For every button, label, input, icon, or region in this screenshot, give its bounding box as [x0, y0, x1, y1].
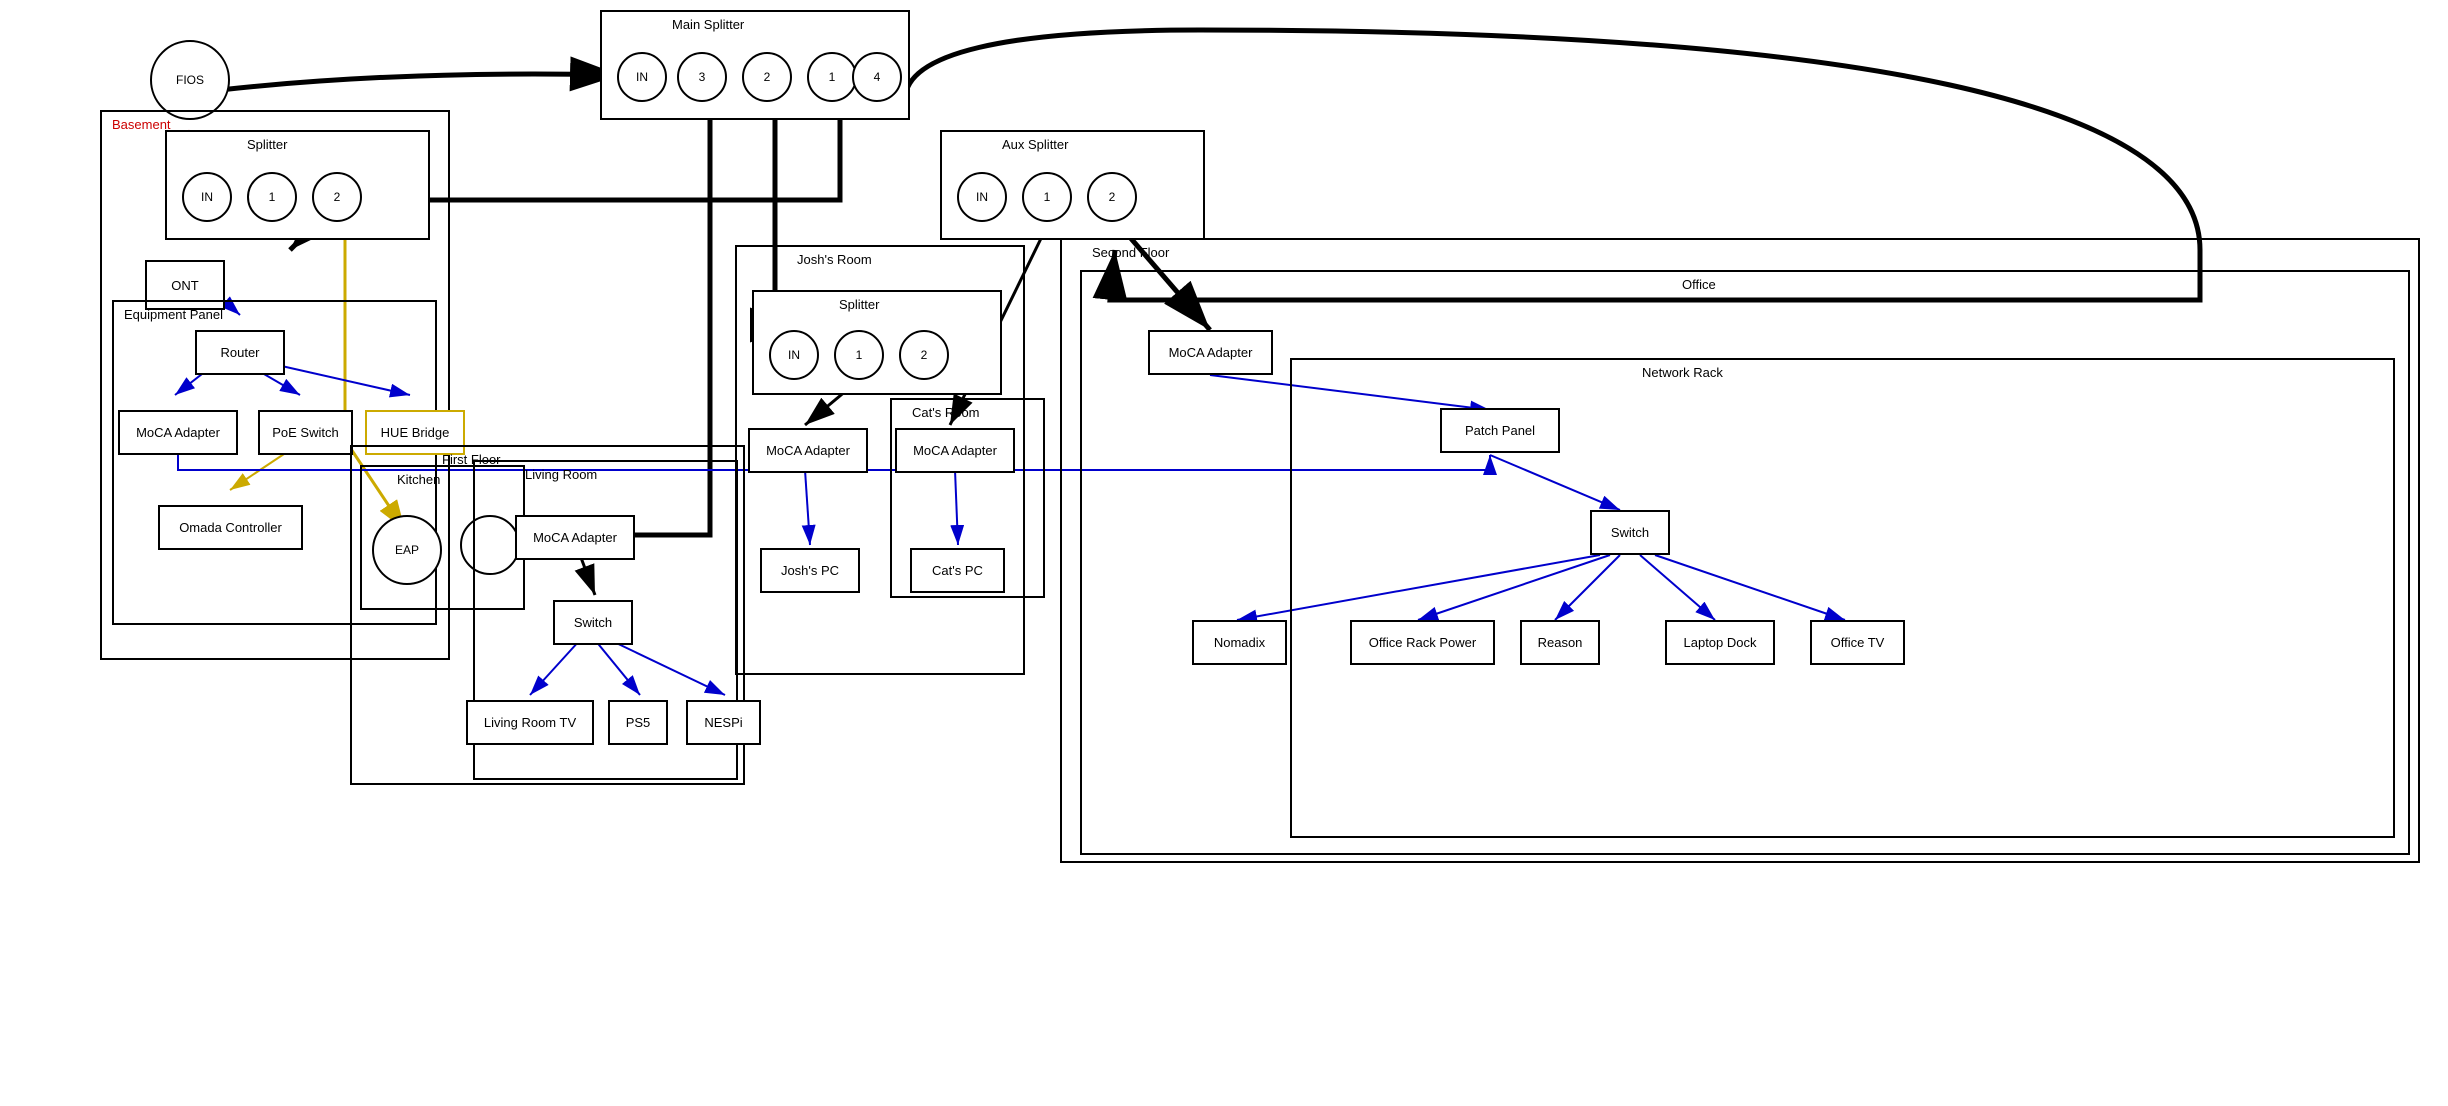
joshs-pc-node: Josh's PC: [760, 548, 860, 593]
main-1: 1: [807, 52, 857, 102]
nespi-node: NESPi: [686, 700, 761, 745]
nomadix-node: Nomadix: [1192, 620, 1287, 665]
cats-pc-node: Cat's PC: [910, 548, 1005, 593]
joshs-splitter-box: Splitter IN 1 2: [752, 290, 1002, 395]
poe-switch-node: PoE Switch: [258, 410, 353, 455]
basement-splitter-box: Splitter IN 1 2: [165, 130, 430, 240]
switch-living-node: Switch: [553, 600, 633, 645]
moca-cats-node: MoCA Adapter: [895, 428, 1015, 473]
basement-1: 1: [247, 172, 297, 222]
switch-office-node: Switch: [1590, 510, 1670, 555]
moca-living-node: MoCA Adapter: [515, 515, 635, 560]
aux-2: 2: [1087, 172, 1137, 222]
aux-in: IN: [957, 172, 1007, 222]
main-2: 2: [742, 52, 792, 102]
living-room-label: Living Room: [525, 467, 597, 482]
omada-node: Omada Controller: [158, 505, 303, 550]
basement-splitter-label: Splitter: [247, 137, 287, 152]
aux-splitter-box: Aux Splitter IN 1 2: [940, 130, 1205, 240]
diagram: FIOS Main Splitter IN 3 2 1 4 Aux Splitt…: [0, 0, 2448, 1106]
joshs-1: 1: [834, 330, 884, 380]
office-label: Office: [1682, 277, 1716, 292]
main-splitter-label: Main Splitter: [672, 17, 744, 32]
joshs-in: IN: [769, 330, 819, 380]
basement-in: IN: [182, 172, 232, 222]
basement-label: Basement: [112, 117, 171, 132]
main-splitter-box: Main Splitter IN 3 2 1 4: [600, 10, 910, 120]
second-floor-label: Second Floor: [1092, 245, 1169, 260]
eap-node: EAP: [372, 515, 442, 585]
joshs-splitter-label: Splitter: [839, 297, 879, 312]
living-tv-node: Living Room TV: [466, 700, 594, 745]
joshs-room-label: Josh's Room: [797, 252, 872, 267]
patch-panel-node: Patch Panel: [1440, 408, 1560, 453]
cats-room-label: Cat's Room: [912, 405, 980, 420]
office-rack-power-node: Office Rack Power: [1350, 620, 1495, 665]
ps5-node: PS5: [608, 700, 668, 745]
kitchen-label: Kitchen: [397, 472, 440, 487]
main-4: 4: [852, 52, 902, 102]
office-tv-node: Office TV: [1810, 620, 1905, 665]
equipment-panel-label: Equipment Panel: [124, 307, 223, 322]
reason-node: Reason: [1520, 620, 1600, 665]
aux-1: 1: [1022, 172, 1072, 222]
main-3: 3: [677, 52, 727, 102]
network-rack-label: Network Rack: [1642, 365, 1723, 380]
main-in: IN: [617, 52, 667, 102]
moca-joshs-node: MoCA Adapter: [748, 428, 868, 473]
basement-2: 2: [312, 172, 362, 222]
moca-office-node: MoCA Adapter: [1148, 330, 1273, 375]
moca-basement-node: MoCA Adapter: [118, 410, 238, 455]
aux-splitter-label: Aux Splitter: [1002, 137, 1068, 152]
router-node: Router: [195, 330, 285, 375]
laptop-dock-node: Laptop Dock: [1665, 620, 1775, 665]
joshs-2: 2: [899, 330, 949, 380]
fios-label: FIOS: [176, 73, 204, 87]
fios-node: FIOS: [150, 40, 230, 120]
